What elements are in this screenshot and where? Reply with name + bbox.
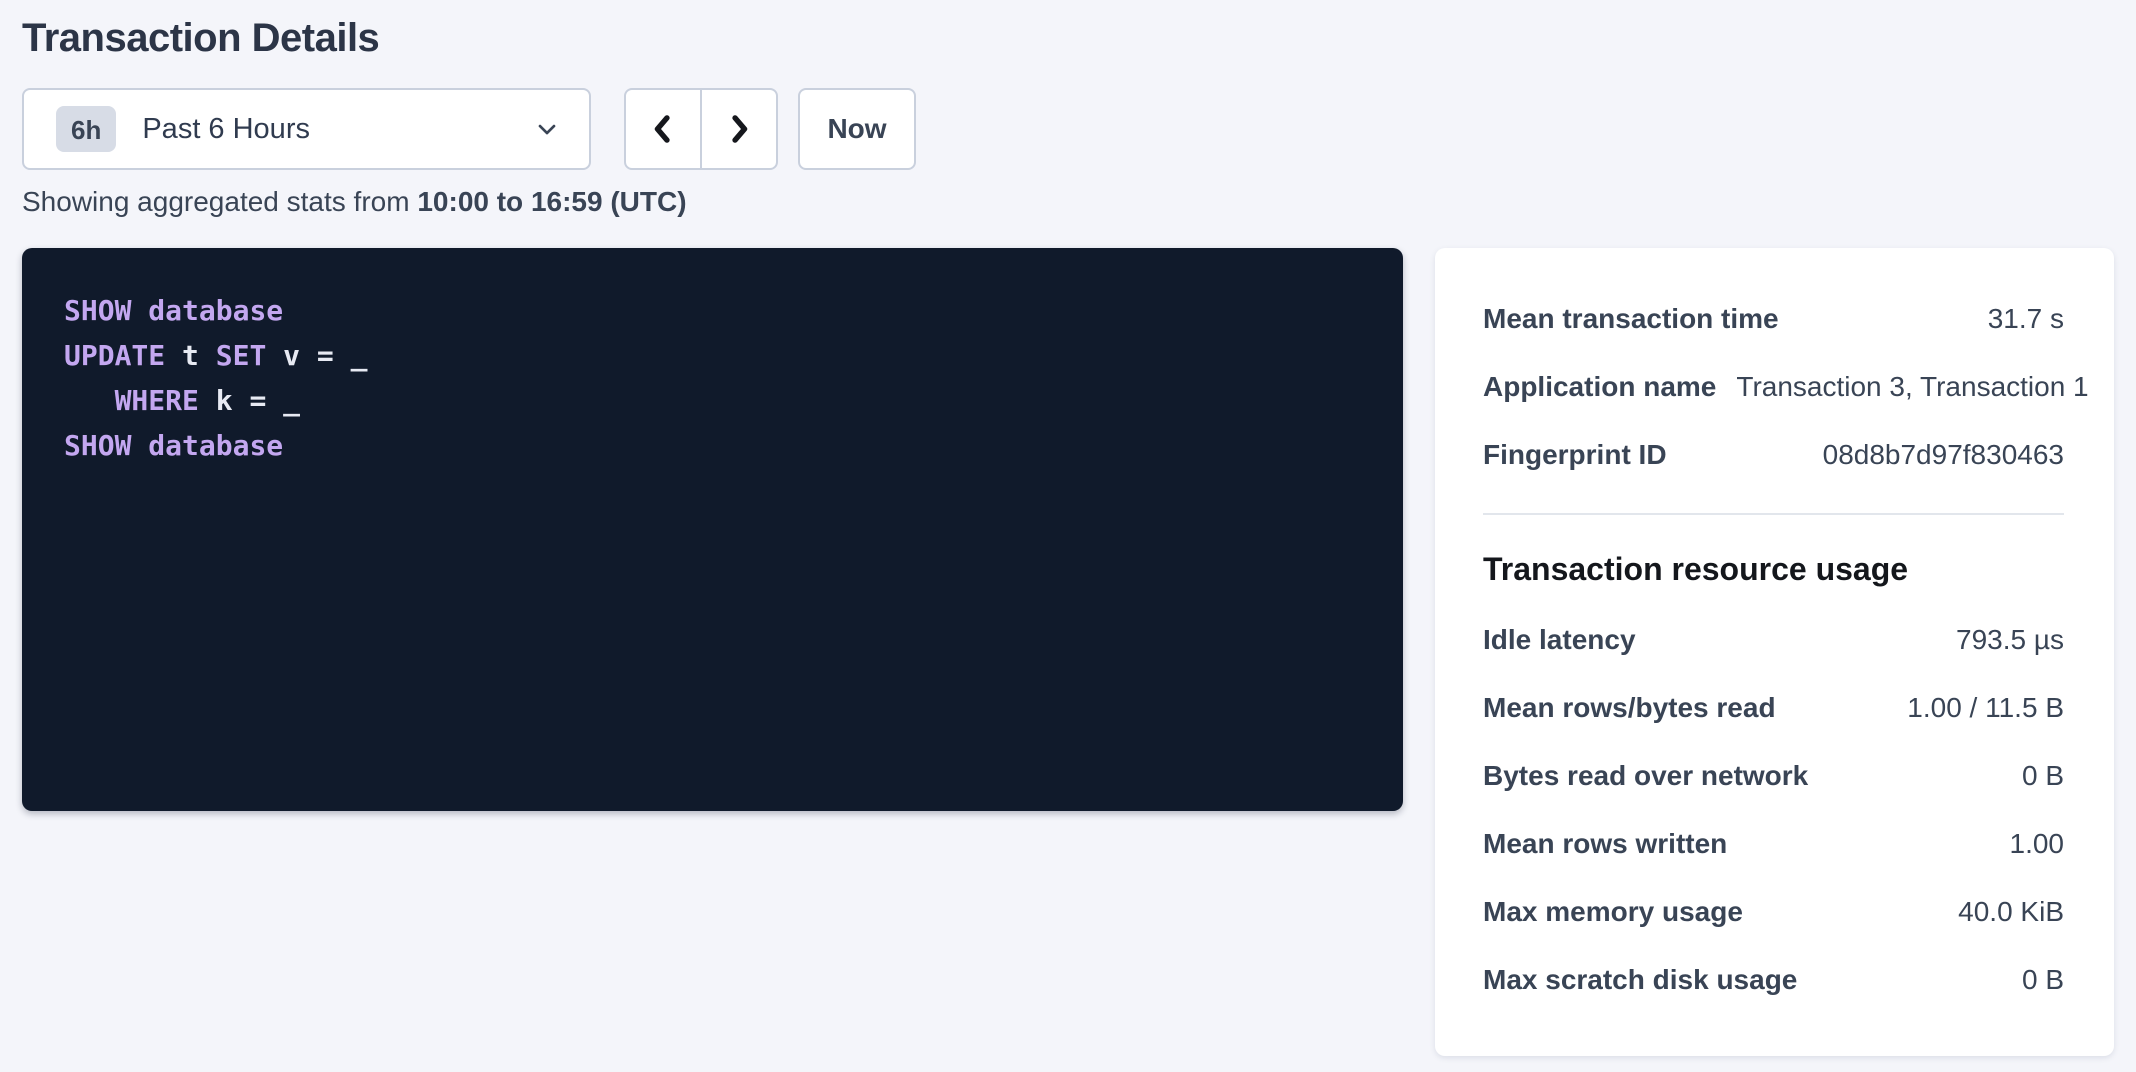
summary-row: Mean rows/bytes read 1.00 / 11.5 B (1483, 674, 2064, 742)
transaction-summary-card: Mean transaction time 31.7 s Application n… (1435, 248, 2114, 1056)
summary-row: Idle latency 793.5 µs (1483, 606, 2064, 674)
summary-value: 31.7 s (1988, 303, 2064, 335)
summary-row: Mean transaction time 31.7 s (1483, 285, 2064, 353)
summary-value: 0 B (2022, 760, 2064, 792)
resource-usage-rows: Idle latency 793.5 µs Mean rows/bytes read… (1483, 606, 2064, 1014)
aggregation-note-range: 10:00 to 16:59 (UTC) (417, 186, 686, 217)
sql-keyword: SET (216, 339, 267, 372)
summary-row: Fingerprint ID 08d8b7d97f830463 (1483, 421, 2064, 489)
transaction-details-page: Transaction Details 6h Past 6 Hours Now (0, 0, 2136, 1056)
summary-value: 0 B (2022, 964, 2064, 996)
chevron-left-icon (644, 110, 682, 148)
summary-label: Application name (1483, 371, 1736, 403)
sql-keyword: SHOW (64, 429, 131, 462)
summary-row: Max scratch disk usage 0 B (1483, 946, 2064, 1014)
summary-label: Bytes read over network (1483, 760, 1828, 792)
time-interval-dropdown[interactable]: 6h Past 6 Hours (22, 88, 591, 170)
summary-row: Max memory usage 40.0 KiB (1483, 878, 2064, 946)
now-button[interactable]: Now (798, 88, 916, 170)
summary-label: Max memory usage (1483, 896, 1763, 928)
sql-statement-box: SHOW database UPDATE t SET v = _ WHERE k… (22, 248, 1403, 811)
prev-time-button[interactable] (624, 88, 702, 170)
summary-label: Mean rows written (1483, 828, 1747, 860)
summary-label: Mean rows/bytes read (1483, 692, 1796, 724)
sql-text: t (165, 339, 216, 372)
summary-value: 1.00 / 11.5 B (1907, 692, 2064, 724)
sql-text (131, 429, 148, 462)
chevron-right-icon (720, 110, 758, 148)
summary-label: Max scratch disk usage (1483, 964, 1817, 996)
time-interval-label: Past 6 Hours (142, 113, 310, 146)
sql-text (64, 384, 115, 417)
sql-keyword: database (148, 429, 283, 462)
time-interval-badge: 6h (56, 106, 116, 152)
sql-keyword: SHOW (64, 294, 131, 327)
summary-value: 793.5 µs (1956, 624, 2064, 656)
sql-text: v = _ (266, 339, 367, 372)
sql-code: SHOW database UPDATE t SET v = _ WHERE k… (64, 288, 1361, 468)
summary-value: 1.00 (2010, 828, 2065, 860)
chevron-down-icon (533, 115, 561, 143)
next-time-button[interactable] (700, 88, 778, 170)
resource-usage-title: Transaction resource usage (1483, 551, 2064, 588)
summary-label: Idle latency (1483, 624, 1656, 656)
summary-row: Mean rows written 1.00 (1483, 810, 2064, 878)
summary-row: Bytes read over network 0 B (1483, 742, 2064, 810)
section-divider (1483, 513, 2064, 515)
summary-label: Mean transaction time (1483, 303, 1799, 335)
time-nav-buttons (624, 88, 778, 170)
main-content: SHOW database UPDATE t SET v = _ WHERE k… (22, 248, 2114, 1056)
sql-keyword: UPDATE (64, 339, 165, 372)
summary-main-rows: Mean transaction time 31.7 s Application n… (1483, 285, 2064, 489)
summary-row: Application nameTransaction 3, Transacti… (1483, 353, 2064, 421)
time-controls: 6h Past 6 Hours Now (22, 88, 2114, 170)
aggregation-note-prefix: Showing aggregated stats from (22, 186, 417, 217)
summary-value: 08d8b7d97f830463 (1823, 439, 2064, 471)
sql-keyword: WHERE (115, 384, 199, 417)
sql-text: k = _ (199, 384, 300, 417)
sql-text (131, 294, 148, 327)
summary-value: 40.0 KiB (1958, 896, 2064, 928)
aggregation-note: Showing aggregated stats from 10:00 to 1… (22, 184, 2114, 220)
page-title: Transaction Details (22, 14, 2114, 62)
sql-keyword: database (148, 294, 283, 327)
summary-value: Transaction 3, Transaction 1 (1736, 371, 2088, 403)
summary-label: Fingerprint ID (1483, 439, 1687, 471)
